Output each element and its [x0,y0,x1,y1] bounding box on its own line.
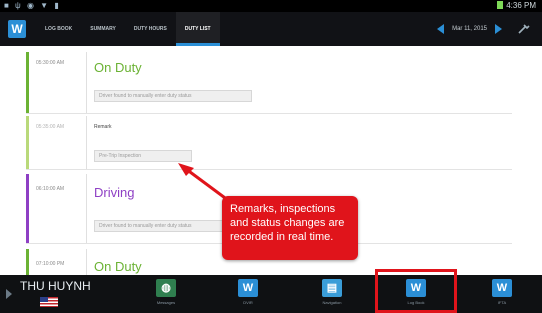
status-color-bar [26,116,29,169]
nav-navigation[interactable]: ▤ Navigation [312,279,352,309]
divider [86,52,87,113]
us-flag-icon [40,297,58,307]
entry-time: 05:35:00 AM [36,124,65,130]
log-book-highlight-box [375,269,457,313]
w-icon: W [492,279,512,297]
nav-dvir[interactable]: W DVIR [228,279,268,309]
date-navigator: Mar 11, 2015 [437,22,502,36]
bottom-navigation-bar: THU HUYNH ◍ Messages W DVIR ▤ Navigation… [0,275,542,313]
nav-label: Messages [156,300,176,305]
system-status-bar: ■ ψ ◉ ▼ ▮ 4:36 PM [0,0,542,12]
map-icon: ▤ [322,279,342,297]
entry-remark-box: Pre-Trip Inspection [94,150,192,162]
previous-day-icon[interactable] [437,24,445,34]
status-color-bar [26,249,29,275]
tab-bar: LOG BOOK SUMMARY DUTY HOURS DUTY LIST [36,12,220,46]
next-day-icon[interactable] [495,24,502,34]
nav-messages[interactable]: ◍ Messages [146,279,186,309]
driver-name[interactable]: THU HUYNH [20,279,91,293]
entry-time: 07:10:00 PM [36,261,65,267]
globe-icon: ◍ [156,279,176,297]
tab-duty-list[interactable]: DUTY LIST [175,12,220,46]
status-color-bar [26,174,29,243]
divider [86,116,87,169]
current-date: Mar 11, 2015 [452,26,487,32]
divider [86,249,87,275]
list-item[interactable]: 05:30:00 AM On Duty Driver found to manu… [26,52,512,114]
entry-status: Driving [94,185,135,200]
status-color-bar [26,52,29,113]
app-logo-icon[interactable]: W [8,20,26,38]
nav-ifta[interactable]: W IFTA [482,279,522,309]
entry-remark-box: Driver found to manually enter duty stat… [94,90,252,102]
app-header: W LOG BOOK SUMMARY DUTY HOURS DUTY LIST … [0,12,542,46]
tab-summary[interactable]: SUMMARY [81,12,125,46]
notification-icons: ■ ψ ◉ ▼ ▮ [4,1,61,10]
battery-icon [497,1,504,9]
list-item[interactable]: 05:35:00 AM Remark Pre-Trip Inspection [26,116,512,170]
clock: 4:36 PM [506,1,536,10]
nav-label: IFTA [497,300,507,305]
annotation-callout: Remarks, inspections and status changes … [222,196,358,260]
divider [86,174,87,243]
nav-label: DVIR [243,300,253,305]
entry-time: 06:10:00 AM [36,186,65,192]
entry-status: On Duty [94,60,142,75]
entry-time: 05:30:00 AM [36,60,65,66]
nav-label: Navigation [322,300,342,305]
tab-log-book[interactable]: LOG BOOK [36,12,81,46]
entry-note: Remark [94,124,112,130]
entry-status: On Duty [94,259,142,274]
status-right: 4:36 PM [497,1,536,10]
w-icon: W [238,279,258,297]
tools-icon[interactable] [518,24,530,34]
drawer-handle-icon[interactable] [6,289,12,299]
tab-duty-hours[interactable]: DUTY HOURS [125,12,176,46]
